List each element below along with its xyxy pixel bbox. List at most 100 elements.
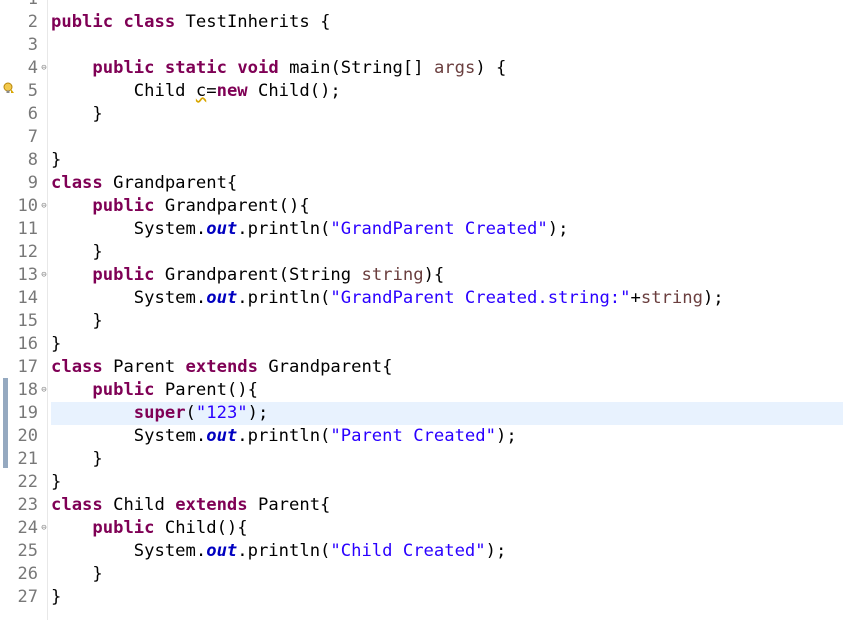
code-line[interactable]: 7 (0, 126, 843, 149)
code-content[interactable]: public Child(){ (51, 517, 843, 540)
collapse-fold-icon[interactable]: ⊖ (40, 57, 48, 80)
code-content[interactable]: public Parent(){ (51, 379, 843, 402)
code-line[interactable]: 19 super("123"); (0, 402, 843, 425)
code-text: Parent(){ (154, 380, 258, 400)
code-content[interactable]: public class TestInherits { (51, 11, 843, 34)
code-content[interactable]: public static void main(String[] args) { (51, 57, 843, 80)
code-text: TestInherits { (175, 12, 331, 32)
code-text: } (51, 311, 103, 331)
code-line[interactable]: 8} (0, 149, 843, 172)
code-text: .println( (237, 219, 331, 239)
code-line[interactable]: 1 (0, 0, 843, 11)
code-line[interactable]: 20 System.out.println("Parent Created"); (0, 425, 843, 448)
code-line[interactable]: 25 System.out.println("Child Created"); (0, 540, 843, 563)
collapse-fold-icon[interactable]: ⊖ (40, 264, 48, 287)
code-line[interactable]: 10 ⊖ public Grandparent(){ (0, 195, 843, 218)
code-line[interactable]: 26 } (0, 563, 843, 586)
code-text: + (630, 288, 641, 308)
code-content[interactable]: } (51, 149, 843, 172)
line-number: 8 (27, 150, 38, 170)
line-number: 2 (27, 12, 38, 32)
code-line[interactable]: 15 } (0, 310, 843, 333)
code-content[interactable]: public Grandparent(String string){ (51, 264, 843, 287)
collapse-fold-icon[interactable]: ⊖ (40, 379, 48, 402)
collapse-fold-icon[interactable]: ⊖ (40, 195, 48, 218)
keyword: void (237, 58, 279, 78)
code-content[interactable]: Child c=new Child(); (51, 80, 843, 103)
code-content[interactable]: } (51, 563, 843, 586)
code-line[interactable]: 21 } (0, 448, 843, 471)
line-number: 15 (17, 311, 38, 331)
collapse-fold-icon[interactable]: ⊖ (40, 517, 48, 540)
code-line[interactable]: 3 (0, 34, 843, 57)
string-literal: "GrandParent Created" (330, 219, 548, 239)
code-line[interactable]: 2 public class TestInherits { (0, 11, 843, 34)
code-content[interactable]: System.out.println("Child Created"); (51, 540, 843, 563)
code-content[interactable]: public Grandparent(){ (51, 195, 843, 218)
code-content[interactable]: } (51, 333, 843, 356)
code-content[interactable] (51, 0, 843, 11)
code-line[interactable]: 14 System.out.println("GrandParent Creat… (0, 287, 843, 310)
code-line[interactable]: 22} (0, 471, 843, 494)
code-text: ); (702, 288, 724, 308)
code-content[interactable]: } (51, 310, 843, 333)
code-line[interactable]: 27} (0, 586, 843, 609)
code-text: } (51, 104, 103, 124)
code-text: Child(){ (154, 518, 248, 538)
line-number: 6 (27, 104, 38, 124)
string-literal: "Child Created" (330, 541, 486, 561)
code-line[interactable]: 4 ⊖ public static void main(String[] args… (0, 57, 843, 80)
line-number: 13 (17, 265, 38, 285)
keyword: class (51, 173, 103, 193)
code-content[interactable]: System.out.println("GrandParent Created.… (51, 287, 843, 310)
code-content[interactable]: super("123"); (51, 402, 843, 425)
line-number: 23 (17, 495, 38, 515)
code-line[interactable]: 17 class Parent extends Grandparent{ (0, 356, 843, 379)
parameter: string (640, 288, 703, 308)
static-field: out (206, 288, 238, 308)
code-content[interactable] (51, 126, 843, 149)
code-text: } (51, 564, 103, 584)
code-editor[interactable]: 12 public class TestInherits {34⊖ public … (0, 0, 843, 620)
line-number: 20 (17, 426, 38, 446)
code-line[interactable]: 24 ⊖ public Child(){ (0, 517, 843, 540)
code-content[interactable]: class Child extends Parent{ (51, 494, 843, 517)
code-content[interactable]: } (51, 471, 843, 494)
code-content[interactable]: } (51, 586, 843, 609)
code-text: Parent (102, 357, 186, 377)
code-content[interactable]: class Parent extends Grandparent{ (51, 356, 843, 379)
code-text: .println( (237, 426, 331, 446)
code-line[interactable]: 9 class Grandparent{ (0, 172, 843, 195)
code-line[interactable]: 18 ⊖ public Parent(){ (0, 379, 843, 402)
keyword: public (92, 196, 155, 216)
line-number: 1 (0, 0, 38, 11)
code-line[interactable]: 13 ⊖ public Grandparent(String string){ (0, 264, 843, 287)
line-number: 11 (17, 219, 38, 239)
line-number: 21 (17, 449, 38, 469)
code-text: Child (102, 495, 176, 515)
code-text: Grandparent{ (257, 357, 393, 377)
code-text: } (51, 449, 103, 469)
code-content[interactable]: class Grandparent{ (51, 172, 843, 195)
code-content[interactable]: System.out.println("GrandParent Created"… (51, 218, 843, 241)
code-text: main(String[] (278, 58, 434, 78)
code-content[interactable]: } (51, 448, 843, 471)
keyword: super (133, 403, 186, 423)
code-text: = (206, 81, 217, 101)
code-text: System. (51, 288, 207, 308)
code-line[interactable]: 16} (0, 333, 843, 356)
code-line[interactable]: 11 System.out.println("GrandParent Creat… (0, 218, 843, 241)
code-content[interactable]: } (51, 241, 843, 264)
string-literal: "GrandParent Created.string:" (330, 288, 631, 308)
code-content[interactable] (51, 34, 843, 57)
code-content[interactable]: } (51, 103, 843, 126)
code-line[interactable]: 5 Child c=new Child(); (0, 80, 843, 103)
code-lines: 12 public class TestInherits {34⊖ public … (0, 0, 843, 609)
code-line[interactable]: 6 } (0, 103, 843, 126)
code-line[interactable]: 23 class Child extends Parent{ (0, 494, 843, 517)
code-line[interactable]: 12 } (0, 241, 843, 264)
code-content[interactable]: System.out.println("Parent Created"); (51, 425, 843, 448)
